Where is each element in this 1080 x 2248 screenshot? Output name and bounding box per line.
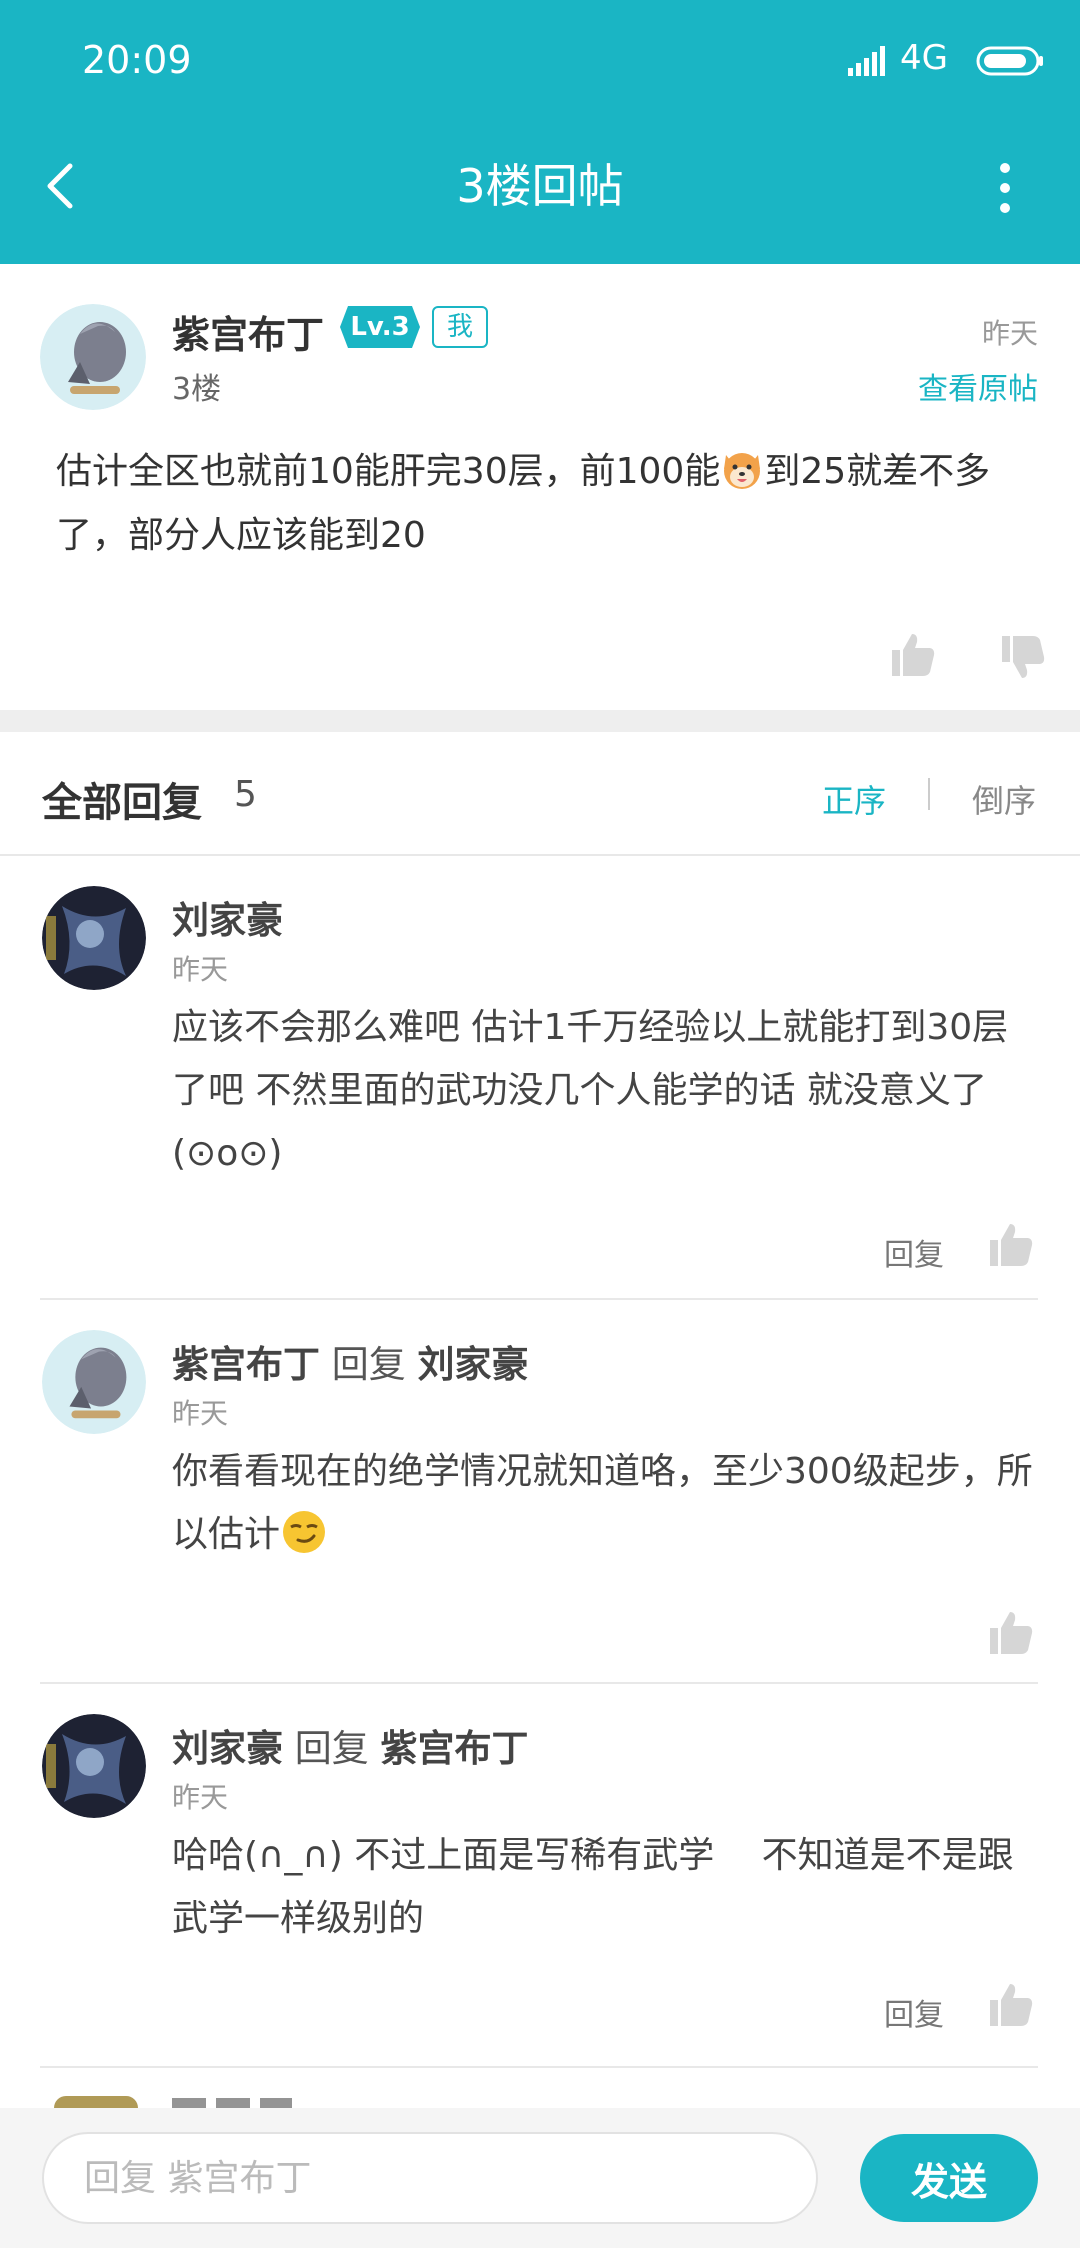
replies-title: 全部回复 bbox=[42, 780, 202, 826]
avatar[interactable] bbox=[42, 1714, 146, 1818]
avatar[interactable] bbox=[42, 1330, 146, 1434]
signal-icon bbox=[848, 46, 885, 76]
status-bar: 20:09 4G bbox=[0, 0, 1080, 124]
reply-word: 回复 bbox=[294, 1727, 369, 1770]
page-title: 3楼回帖 bbox=[456, 159, 624, 213]
reply-word: 回复 bbox=[331, 1343, 406, 1386]
floor-label: 3楼 bbox=[172, 372, 222, 407]
original-post: 紫宫布丁 Lv.3 我 3楼 昨天 查看原帖 估计全区也就前10能肝完30层，前… bbox=[0, 264, 1080, 710]
like-icon[interactable] bbox=[988, 1608, 1034, 1656]
sort-divider bbox=[928, 778, 930, 810]
reply-text: 哈哈(∩_∩) 不过上面是写稀有武学 不知道是不是跟武学一样级别的 bbox=[172, 1835, 1014, 1939]
battery-icon bbox=[976, 46, 1043, 76]
avatar[interactable] bbox=[54, 2096, 138, 2108]
reply-item: 刘家豪 回复 紫宫布丁 昨天 哈哈(∩_∩) 不过上面是写稀有武学 不知道是不是… bbox=[0, 1684, 1080, 2068]
reply-time: 昨天 bbox=[172, 1781, 229, 1814]
replies-count: 5 bbox=[234, 774, 257, 815]
reply-button[interactable]: 回复 bbox=[884, 1230, 944, 1274]
reply-target[interactable]: 刘家豪 bbox=[418, 1343, 529, 1386]
reply-author[interactable]: 刘家豪 bbox=[172, 899, 283, 942]
avatar-image bbox=[42, 1714, 146, 1818]
post-time: 昨天 bbox=[981, 317, 1038, 350]
me-badge: 我 bbox=[432, 306, 488, 348]
sort-ascending-tab[interactable]: 正序 bbox=[822, 776, 886, 822]
view-original-link[interactable]: 查看原帖 bbox=[918, 364, 1038, 408]
avatar[interactable] bbox=[40, 304, 146, 410]
status-time: 20:09 bbox=[82, 38, 192, 82]
reply-button[interactable]: 回复 bbox=[884, 1990, 944, 2034]
post-content: 估计全区也就前10能肝完30层，前100能 到25就差不多了，部分人应该能到20 bbox=[56, 440, 1036, 568]
network-label: 4G bbox=[900, 38, 948, 78]
reply-author[interactable]: 紫宫布丁 bbox=[172, 1343, 320, 1386]
level-badge: Lv.3 bbox=[340, 306, 420, 348]
smirk-emoji-icon bbox=[283, 1511, 326, 1553]
avatar-image bbox=[40, 304, 146, 410]
section-separator bbox=[0, 710, 1080, 732]
reply-text: 你看看现在的绝学情况就知道咯，至少300级起步，所以估计 bbox=[172, 1440, 1038, 1566]
avatar[interactable] bbox=[42, 886, 146, 990]
reply-divider bbox=[40, 2066, 1038, 2068]
like-icon[interactable] bbox=[988, 1220, 1034, 1268]
reply-header: 刘家豪 bbox=[172, 890, 283, 944]
reply-time: 昨天 bbox=[172, 1397, 229, 1430]
reply-item: 紫宫布丁 回复 刘家豪 昨天 你看看现在的绝学情况就知道咯，至少300级起步，所… bbox=[0, 1300, 1080, 1684]
like-icon[interactable] bbox=[988, 1980, 1034, 2028]
app-header: 20:09 4G 3楼回帖 bbox=[0, 0, 1080, 264]
reply-header: 刘家豪 回复 紫宫布丁 bbox=[172, 1718, 529, 1772]
reply-target[interactable]: 紫宫布丁 bbox=[381, 1727, 529, 1770]
avatar-image bbox=[42, 886, 146, 990]
reply-time: 昨天 bbox=[172, 953, 229, 986]
reply-author-partial bbox=[172, 2098, 292, 2108]
reply-text: 应该不会那么难吧 估计1千万经验以上就能打到30层了吧 不然里面的武功没几个人能… bbox=[172, 1007, 1009, 1174]
post-username[interactable]: 紫宫布丁 bbox=[172, 304, 324, 359]
reply-input[interactable] bbox=[42, 2132, 818, 2224]
reply-bar: 发送 bbox=[0, 2108, 1080, 2248]
like-icon[interactable] bbox=[890, 630, 936, 678]
reply-item: 刘家豪 昨天 应该不会那么难吧 估计1千万经验以上就能打到30层了吧 不然里面的… bbox=[0, 856, 1080, 1300]
reply-header: 紫宫布丁 回复 刘家豪 bbox=[172, 1334, 529, 1388]
dislike-icon[interactable] bbox=[1000, 634, 1046, 682]
send-button[interactable]: 发送 bbox=[860, 2134, 1038, 2222]
reply-author[interactable]: 刘家豪 bbox=[172, 1727, 283, 1770]
sort-descending-tab[interactable]: 倒序 bbox=[972, 776, 1036, 822]
more-icon[interactable] bbox=[990, 160, 1020, 216]
replies-header: 全部回复 5 正序 倒序 bbox=[0, 732, 1080, 856]
avatar-image bbox=[42, 1330, 146, 1434]
dog-emoji-icon bbox=[724, 453, 761, 489]
post-text-start: 估计全区也就前10能肝完30层，前100能 bbox=[56, 451, 721, 492]
